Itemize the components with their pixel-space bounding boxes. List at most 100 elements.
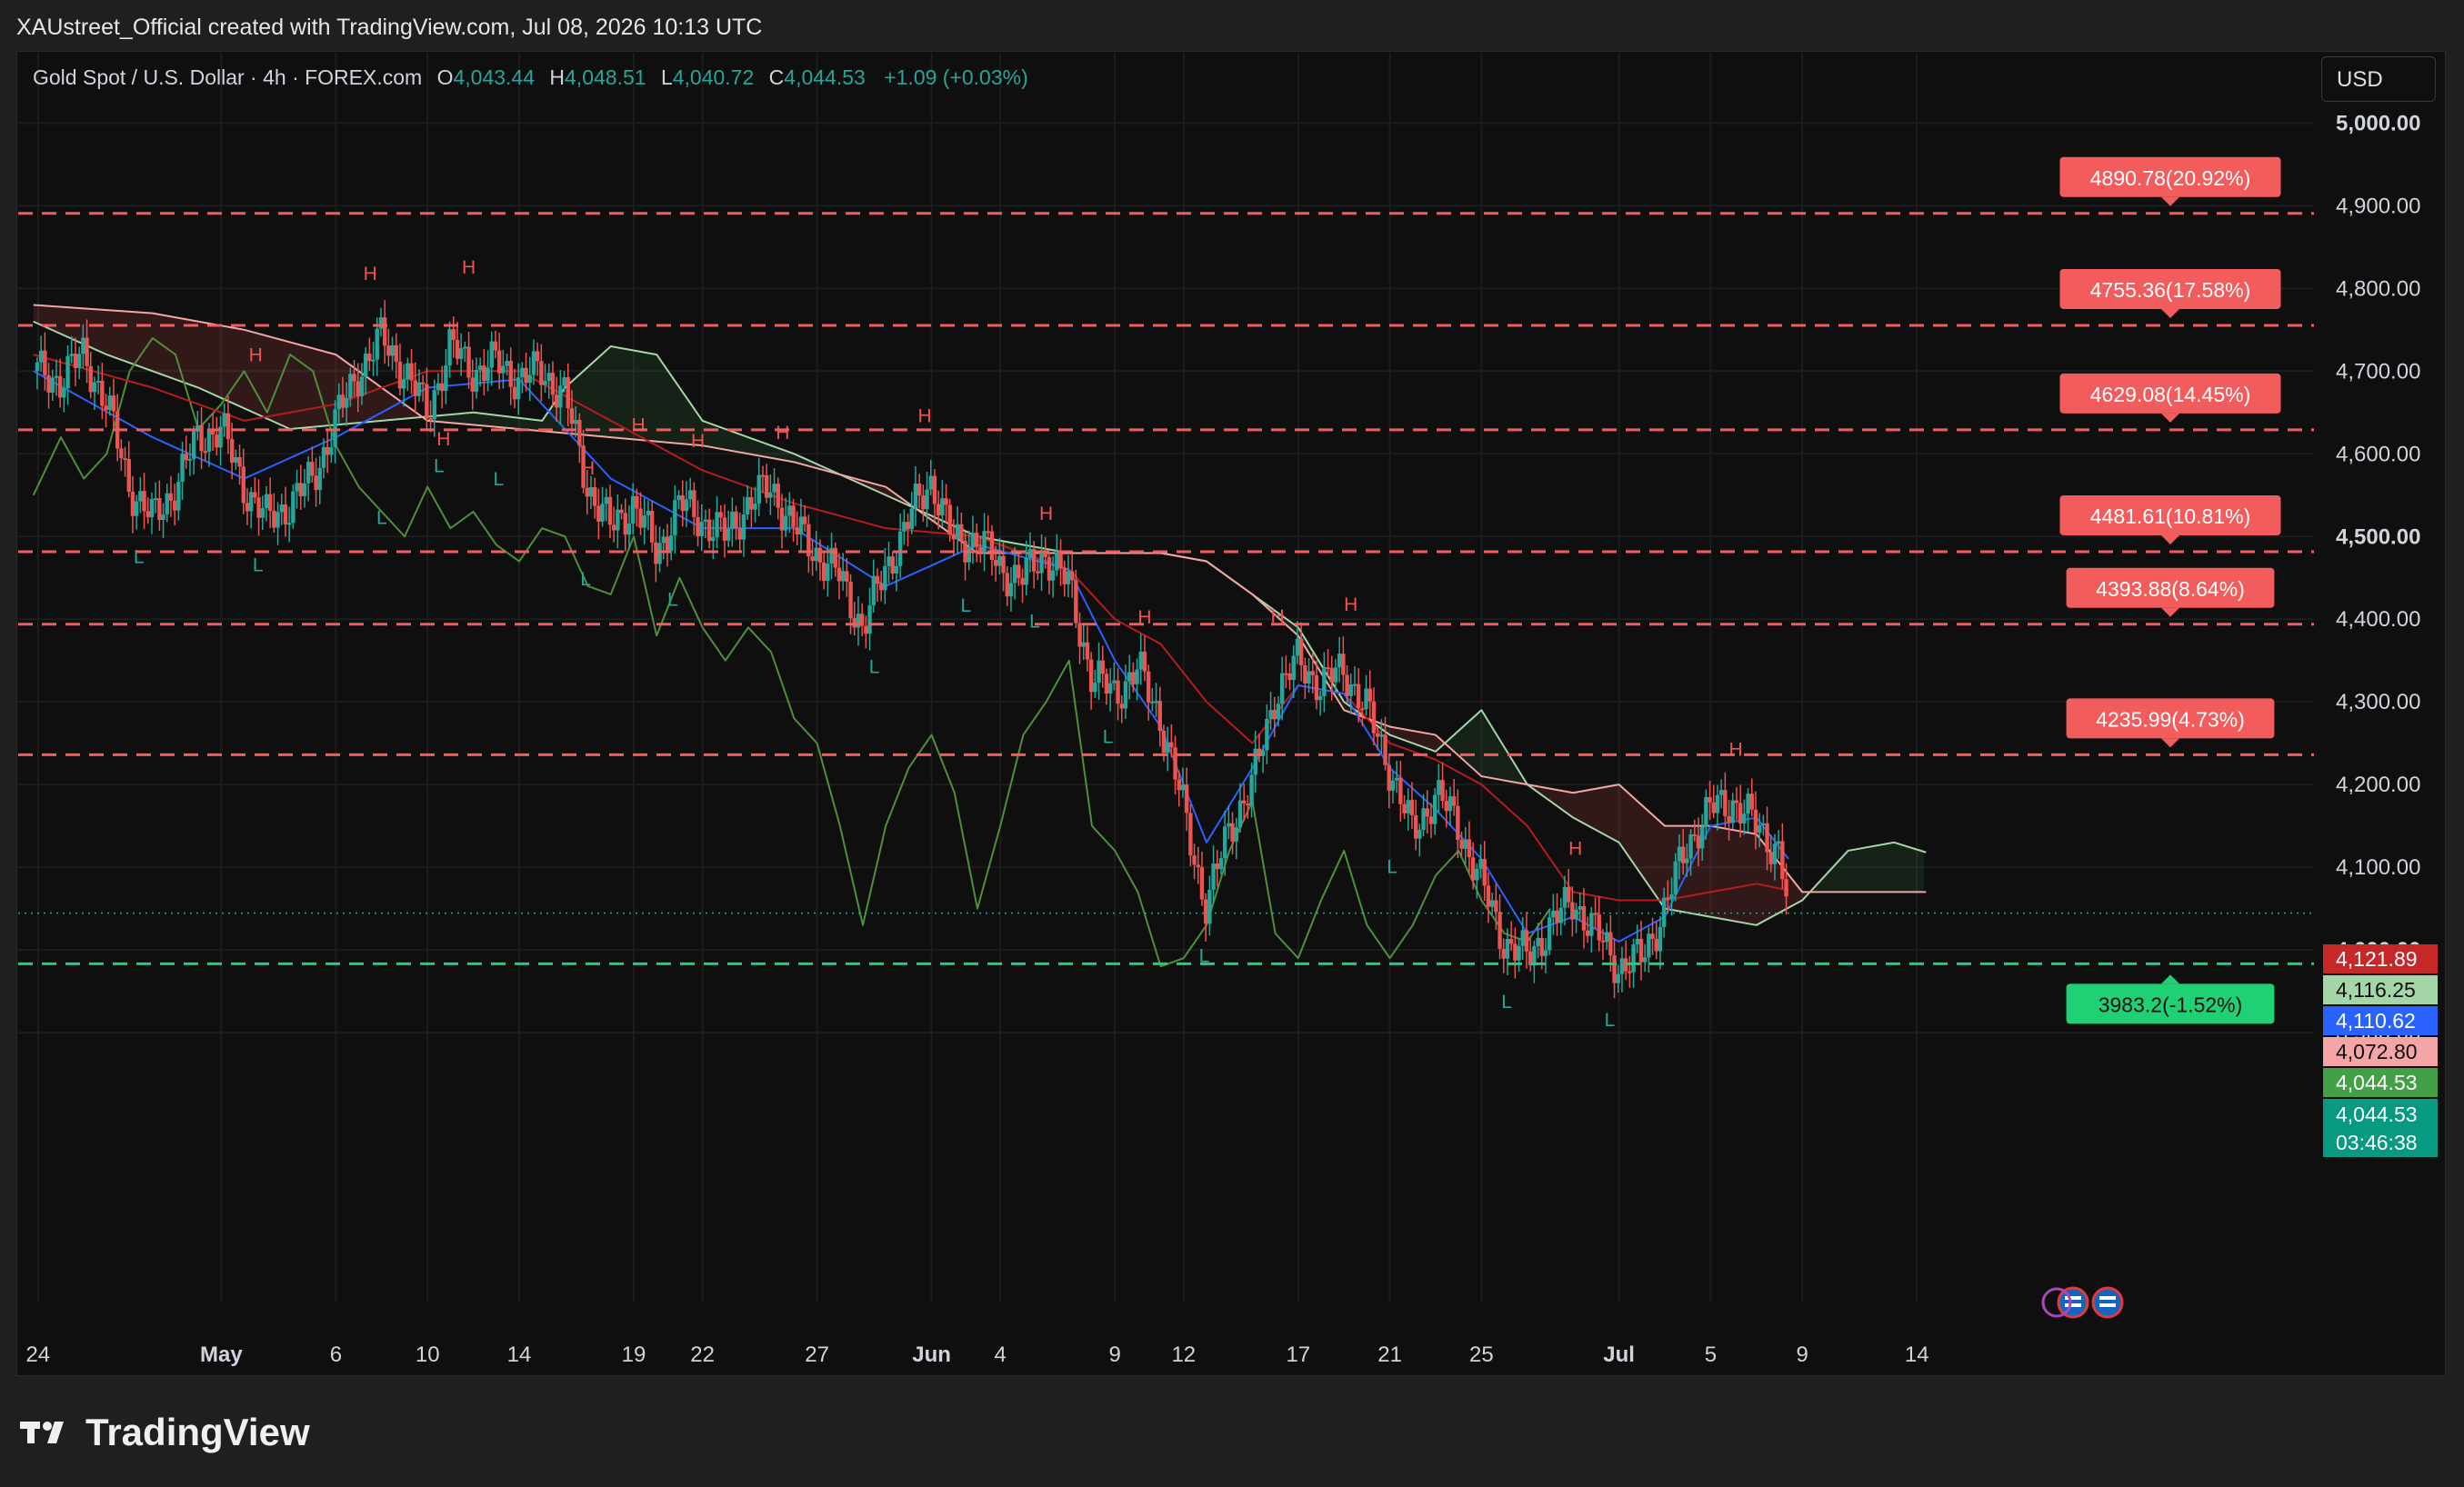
candle-up[interactable] xyxy=(69,354,74,356)
candle-down[interactable] xyxy=(508,361,513,387)
candle-up[interactable] xyxy=(378,317,384,329)
candle-down[interactable] xyxy=(569,408,575,424)
candle-up[interactable] xyxy=(955,524,960,540)
candle-up[interactable] xyxy=(1291,655,1296,681)
candle-down[interactable] xyxy=(932,475,937,504)
candle-down[interactable] xyxy=(1047,556,1052,581)
candle-up[interactable] xyxy=(176,481,181,511)
candle-down[interactable] xyxy=(585,487,589,497)
candle-up[interactable] xyxy=(279,504,284,513)
candle-down[interactable] xyxy=(455,339,460,359)
candle-down[interactable] xyxy=(1768,852,1773,864)
candle-up[interactable] xyxy=(1432,794,1437,824)
candle-up[interactable] xyxy=(1547,917,1552,951)
candle-down[interactable] xyxy=(1497,912,1502,949)
candle-down[interactable] xyxy=(104,405,108,411)
candle-up[interactable] xyxy=(1253,748,1257,775)
candle-down[interactable] xyxy=(1310,671,1315,675)
candle-up[interactable] xyxy=(54,375,59,378)
candle-up[interactable] xyxy=(1746,793,1750,814)
candle-up[interactable] xyxy=(902,522,906,532)
candle-up[interactable] xyxy=(1317,695,1323,701)
candle-up[interactable] xyxy=(1730,800,1735,823)
candle-up[interactable] xyxy=(642,515,646,528)
candle-up[interactable] xyxy=(871,575,876,606)
candle-down[interactable] xyxy=(46,374,51,393)
candle-up[interactable] xyxy=(1551,910,1556,918)
candle-up[interactable] xyxy=(1390,780,1396,791)
candle-down[interactable] xyxy=(1666,897,1670,900)
candle-up[interactable] xyxy=(646,511,651,516)
candle-down[interactable] xyxy=(482,365,486,381)
candle-down[interactable] xyxy=(1303,664,1307,684)
candle-down[interactable] xyxy=(145,511,150,518)
candle-down[interactable] xyxy=(1088,659,1094,693)
candle-down[interactable] xyxy=(1650,933,1655,939)
candle-up[interactable] xyxy=(1024,557,1028,585)
candle-up[interactable] xyxy=(447,329,452,366)
candle-up[interactable] xyxy=(894,565,899,574)
candle-down[interactable] xyxy=(215,434,219,448)
candle-down[interactable] xyxy=(111,395,116,412)
candle-up[interactable] xyxy=(206,430,212,452)
candle-up[interactable] xyxy=(275,512,280,528)
candle-up[interactable] xyxy=(604,496,608,504)
candle-up[interactable] xyxy=(1543,950,1548,956)
candle-up[interactable] xyxy=(375,328,379,360)
candle-up[interactable] xyxy=(1447,796,1453,812)
candle-down[interactable] xyxy=(1383,734,1387,765)
candle-up[interactable] xyxy=(1008,583,1014,597)
candle-down[interactable] xyxy=(439,383,445,392)
candle-down[interactable] xyxy=(1188,813,1193,856)
candle-down[interactable] xyxy=(1069,571,1075,581)
candle-up[interactable] xyxy=(1279,673,1285,704)
candle-down[interactable] xyxy=(340,394,346,408)
candle-up[interactable] xyxy=(1234,827,1238,842)
candle-up[interactable] xyxy=(687,490,693,500)
candle-up[interactable] xyxy=(1647,933,1651,958)
candle-down[interactable] xyxy=(737,527,742,540)
candle-up[interactable] xyxy=(474,369,479,392)
candle-down[interactable] xyxy=(470,377,475,392)
candle-down[interactable] xyxy=(566,377,570,409)
candle-down[interactable] xyxy=(1017,564,1021,579)
candle-down[interactable] xyxy=(611,524,616,531)
candle-down[interactable] xyxy=(1001,555,1006,574)
candle-down[interactable] xyxy=(1780,841,1785,880)
candle-up[interactable] xyxy=(95,380,101,383)
candle-down[interactable] xyxy=(592,487,597,506)
candle-down[interactable] xyxy=(1199,867,1205,900)
candle-up[interactable] xyxy=(925,489,929,510)
candle-down[interactable] xyxy=(550,373,556,395)
candle-down[interactable] xyxy=(665,536,670,552)
candle-up[interactable] xyxy=(1616,973,1620,983)
candle-down[interactable] xyxy=(1329,668,1334,683)
candle-down[interactable] xyxy=(649,511,655,543)
candle-down[interactable] xyxy=(978,546,983,554)
candle-up[interactable] xyxy=(588,487,594,497)
candle-up[interactable] xyxy=(546,373,551,382)
candle-up[interactable] xyxy=(486,367,490,381)
candle-up[interactable] xyxy=(501,365,506,374)
candle-down[interactable] xyxy=(1375,733,1380,737)
candle-down[interactable] xyxy=(1036,571,1040,574)
candle-up[interactable] xyxy=(558,385,563,408)
candle-down[interactable] xyxy=(1486,885,1491,907)
candle-down[interactable] xyxy=(936,504,941,516)
candle-down[interactable] xyxy=(524,367,528,384)
candle-down[interactable] xyxy=(944,498,948,505)
candle-down[interactable] xyxy=(413,380,417,396)
candle-up[interactable] xyxy=(1589,913,1594,936)
candle-up[interactable] xyxy=(1207,889,1212,924)
candle-down[interactable] xyxy=(635,495,639,509)
candle-up[interactable] xyxy=(1307,671,1311,684)
candle-down[interactable] xyxy=(875,575,880,584)
candle-down[interactable] xyxy=(1020,578,1025,585)
candle-down[interactable] xyxy=(1470,857,1476,881)
candle-up[interactable] xyxy=(1604,932,1609,943)
candle-down[interactable] xyxy=(692,490,696,517)
candle-down[interactable] xyxy=(577,420,582,446)
candle-up[interactable] xyxy=(1268,710,1273,719)
candle-up[interactable] xyxy=(1097,660,1101,684)
candle-up[interactable] xyxy=(516,377,521,400)
